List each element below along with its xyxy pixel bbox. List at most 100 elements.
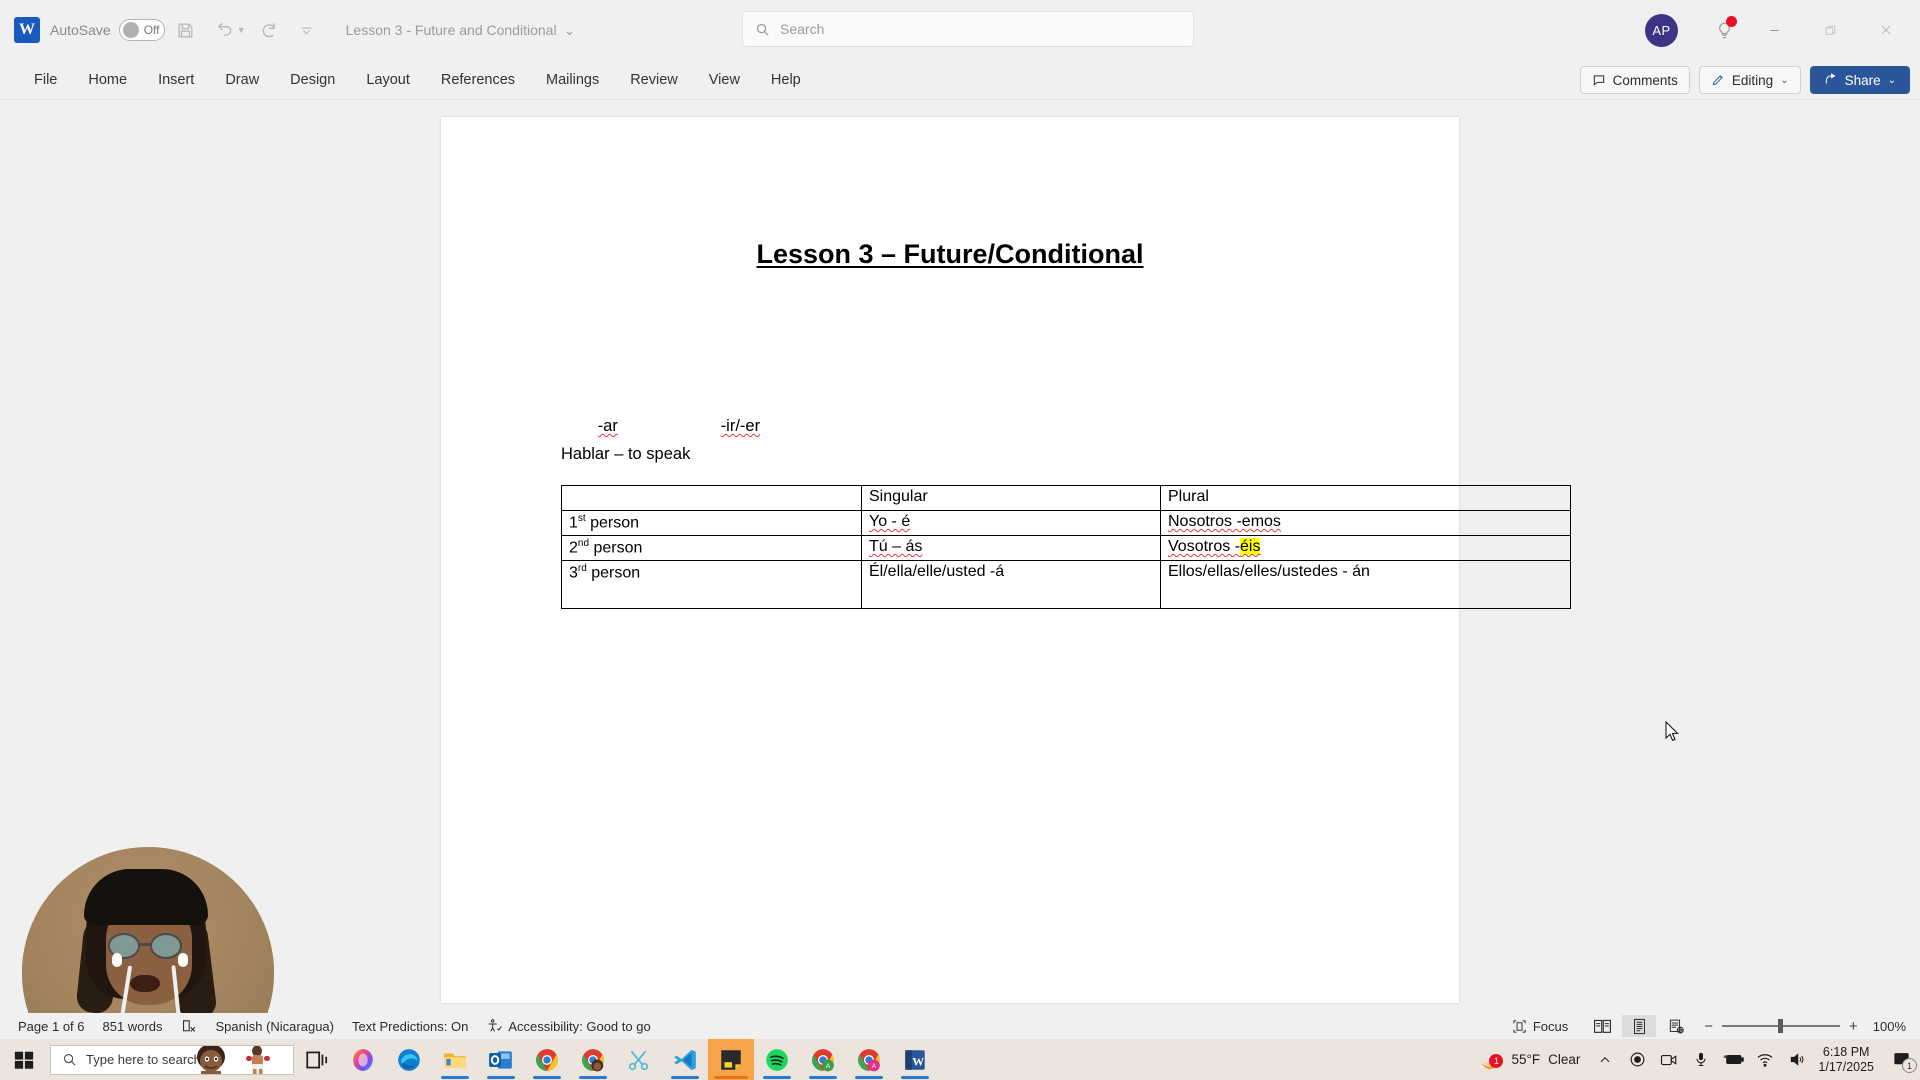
taskbar-vscode[interactable]: [662, 1039, 708, 1080]
volume-icon[interactable]: [1782, 1039, 1812, 1080]
document-page[interactable]: Lesson 3 – Future/Conditional -ar -ir/-e…: [441, 117, 1571, 1003]
ideas-lightbulb-icon[interactable]: [1702, 10, 1746, 50]
recording-indicator-icon[interactable]: [1622, 1039, 1652, 1080]
tab-help[interactable]: Help: [757, 67, 815, 93]
taskbar-chrome-1[interactable]: [524, 1039, 570, 1080]
status-bar-right: Focus − + 100%: [1494, 1015, 1906, 1037]
proofing-errors-icon[interactable]: [180, 1018, 197, 1035]
zoom-track[interactable]: [1721, 1019, 1840, 1033]
comment-icon: [1593, 75, 1604, 86]
webcam-earbud-right: [178, 953, 188, 967]
status-bar: Page 1 of 6 851 words Spanish (Nicaragua…: [0, 1013, 1920, 1039]
clock-date: 1/17/2025: [1818, 1059, 1874, 1074]
close-button[interactable]: [1858, 12, 1914, 48]
conjugation-table[interactable]: Singular Plural 1st person Yo - é Nosotr…: [561, 485, 1571, 609]
read-mode-button[interactable]: [1585, 1015, 1619, 1037]
taskbar-chrome-profile[interactable]: [570, 1039, 616, 1080]
taskbar-chrome-profile-a-green[interactable]: A: [800, 1039, 846, 1080]
row-2-person-number: 2: [569, 539, 578, 557]
web-layout-button[interactable]: [1659, 1015, 1693, 1037]
row-2-plural-cell: Vosotros -éis: [1160, 535, 1571, 561]
editing-mode-button[interactable]: Editing ⌄: [1698, 66, 1801, 94]
tab-design[interactable]: Design: [276, 67, 349, 93]
share-button[interactable]: Share ⌄: [1809, 66, 1910, 94]
taskbar-running-indicator: [901, 1076, 929, 1079]
zoom-slider[interactable]: − +: [1704, 1018, 1858, 1035]
task-view-button[interactable]: [294, 1039, 340, 1080]
taskbar-search-input[interactable]: Type here to search: [50, 1044, 294, 1075]
document-title[interactable]: Lesson 3 - Future and Conditional ⌄: [346, 22, 576, 39]
text-predictions-status[interactable]: Text Predictions: On: [352, 1019, 468, 1034]
editing-chevron-down-icon[interactable]: ⌄: [1780, 75, 1788, 86]
focus-mode-button[interactable]: Focus: [1512, 1019, 1568, 1034]
camera-icon[interactable]: [1654, 1039, 1684, 1080]
document-canvas[interactable]: Lesson 3 – Future/Conditional -ar -ir/-e…: [0, 101, 1920, 1017]
taskbar-running-indicator: [855, 1076, 883, 1079]
weather-widget[interactable]: 1 55°F Clear: [1469, 1048, 1588, 1072]
taskbar-running-indicator: [809, 1076, 837, 1079]
autosave-toggle[interactable]: Off: [118, 19, 165, 41]
taskbar-file-explorer[interactable]: [432, 1039, 478, 1080]
row-2-singular-text: Tú – ás: [869, 538, 923, 555]
undo-icon[interactable]: [207, 13, 241, 47]
webcam-mouth: [130, 975, 160, 992]
print-layout-button[interactable]: [1622, 1015, 1657, 1037]
accessibility-label: Accessibility: Good to go: [508, 1018, 651, 1034]
battery-charging-icon[interactable]: [1718, 1039, 1748, 1080]
taskbar-running-indicator: [441, 1076, 469, 1079]
taskbar-outlook[interactable]: [478, 1039, 524, 1080]
taskbar-spotify[interactable]: [754, 1039, 800, 1080]
document-title-chevron-down-icon[interactable]: ⌄: [564, 22, 576, 39]
tab-review[interactable]: Review: [616, 67, 692, 93]
avatar[interactable]: AP: [1645, 13, 1678, 47]
tab-view[interactable]: View: [695, 67, 754, 93]
taskbar-sticky-notes[interactable]: [708, 1039, 754, 1080]
restore-button[interactable]: [1802, 12, 1858, 48]
zoom-out-button[interactable]: −: [1704, 1018, 1713, 1035]
notification-center-button[interactable]: 1: [1882, 1039, 1920, 1080]
tab-insert[interactable]: Insert: [144, 67, 208, 93]
tab-home[interactable]: Home: [74, 67, 141, 93]
accessibility-status[interactable]: Accessibility: Good to go: [486, 1018, 651, 1034]
ending-irer-label: -ir/-er: [720, 417, 761, 435]
start-button[interactable]: [0, 1039, 48, 1080]
show-hidden-icons-chevron-up-icon[interactable]: [1590, 1039, 1620, 1080]
table-row: 3rd person Él/ella/elle/usted -á Ellos/e…: [561, 560, 1571, 609]
taskbar-copilot[interactable]: [340, 1039, 386, 1080]
focus-label: Focus: [1532, 1018, 1569, 1034]
zoom-in-button[interactable]: +: [1849, 1018, 1858, 1035]
row-3-person-suffix: rd: [577, 563, 587, 574]
undo-dropdown-chevron-down-icon[interactable]: ▼: [237, 25, 246, 35]
redo-icon[interactable]: [252, 13, 286, 47]
task-view-icon: [306, 1051, 328, 1068]
save-icon[interactable]: [169, 13, 203, 47]
tab-file[interactable]: File: [20, 67, 71, 93]
page-count[interactable]: Page 1 of 6: [18, 1019, 85, 1034]
minimize-button[interactable]: [1746, 12, 1802, 48]
customize-quick-access-toolbar-chevron-down-icon[interactable]: [290, 13, 324, 47]
microphone-icon[interactable]: [1686, 1039, 1716, 1080]
tab-references[interactable]: References: [427, 67, 529, 93]
tab-layout[interactable]: Layout: [352, 67, 424, 93]
search-input[interactable]: Search: [742, 11, 1194, 47]
row-2-plural-text: Vosotros -: [1168, 538, 1241, 555]
share-chevron-down-icon[interactable]: ⌄: [1888, 75, 1896, 86]
row-2-person-cell: 2nd person: [561, 535, 862, 561]
taskbar-fighters-image: [197, 1045, 270, 1074]
tab-mailings[interactable]: Mailings: [532, 67, 613, 93]
taskbar-edge[interactable]: [386, 1039, 432, 1080]
tab-draw[interactable]: Draw: [211, 67, 273, 93]
taskbar-chrome-profile-a-pink[interactable]: A: [846, 1039, 892, 1080]
language-indicator[interactable]: Spanish (Nicaragua): [215, 1019, 334, 1034]
taskbar-snipping-tool[interactable]: [616, 1039, 662, 1080]
taskbar-word[interactable]: W: [892, 1039, 938, 1080]
svg-text:A: A: [872, 1063, 877, 1070]
row-1-person-number: 1: [569, 514, 578, 532]
wifi-icon[interactable]: [1750, 1039, 1780, 1080]
word-count[interactable]: 851 words: [103, 1019, 163, 1034]
zoom-level[interactable]: 100%: [1873, 1019, 1906, 1034]
title-bar: W AutoSave Off ▼ Lesson 3 - Future and C…: [0, 0, 1920, 60]
clock[interactable]: 6:18 PM 1/17/2025: [1818, 1045, 1874, 1075]
zoom-thumb[interactable]: [1777, 1019, 1783, 1033]
comments-button[interactable]: Comments: [1579, 66, 1690, 94]
